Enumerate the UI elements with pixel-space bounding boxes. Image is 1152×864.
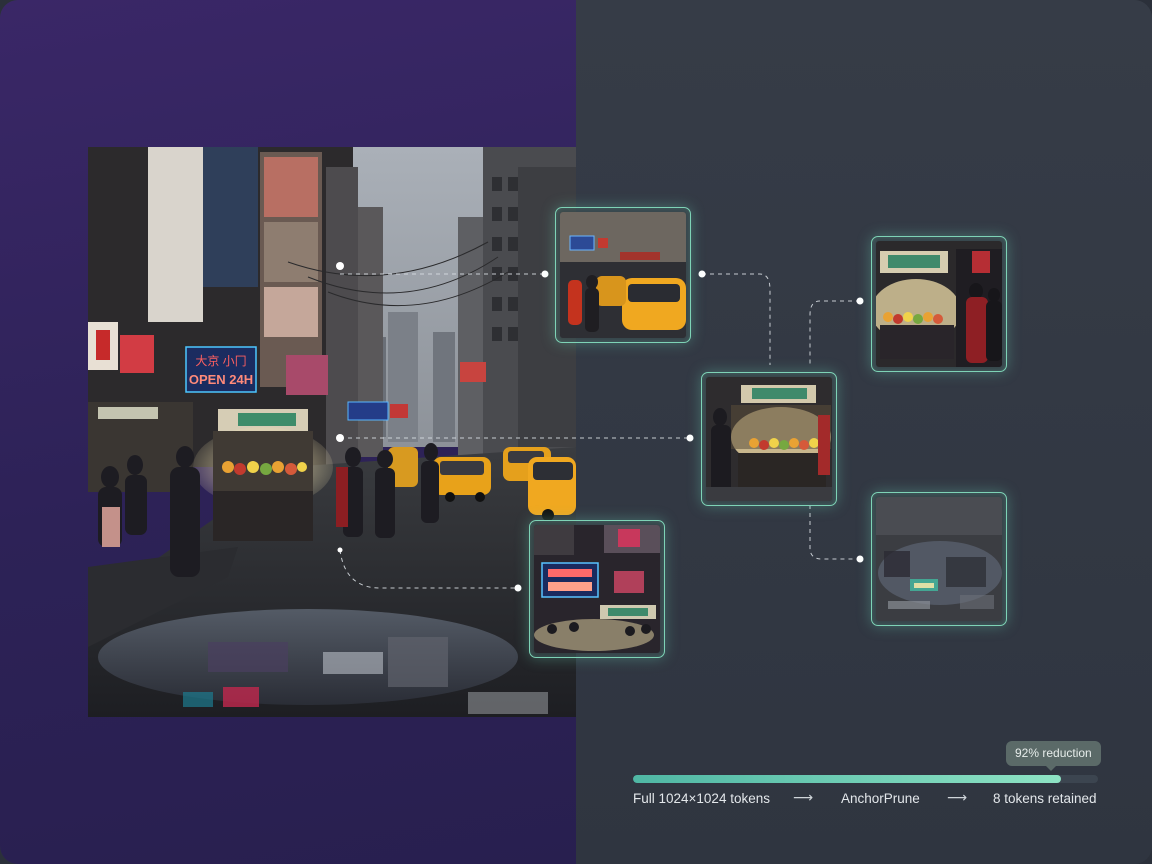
step-full-tokens: Full 1024×1024 tokens: [633, 791, 770, 806]
right-panel: [576, 0, 1152, 864]
crop-taxis[interactable]: [555, 207, 691, 343]
reduction-badge: 92% reduction: [1006, 741, 1101, 771]
long-right-arrow-icon: ⟶: [947, 790, 968, 806]
step-anchorprune: AnchorPrune: [841, 791, 920, 806]
token-reduction-bar: [633, 775, 1098, 783]
step-tokens-retained: 8 tokens retained: [993, 791, 1097, 806]
street-scene-image: 大京 小冂 OPEN 24H: [88, 147, 576, 717]
token-reduction-bar-fill: [633, 775, 1061, 783]
crop-stall-closeup[interactable]: [871, 236, 1007, 372]
open-24h-sign: OPEN 24H: [189, 372, 253, 387]
korean-neon-sign: 大京 小冂: [195, 354, 246, 368]
crop-fruit-stall[interactable]: [701, 372, 837, 506]
crop-puddle-reflection[interactable]: [871, 492, 1007, 626]
long-right-arrow-icon: ⟶: [793, 790, 814, 806]
crop-neon-signs[interactable]: [529, 520, 665, 658]
canvas: 大京 小冂 OPEN 24H 92% reduction Full 1024×1…: [0, 0, 1152, 864]
